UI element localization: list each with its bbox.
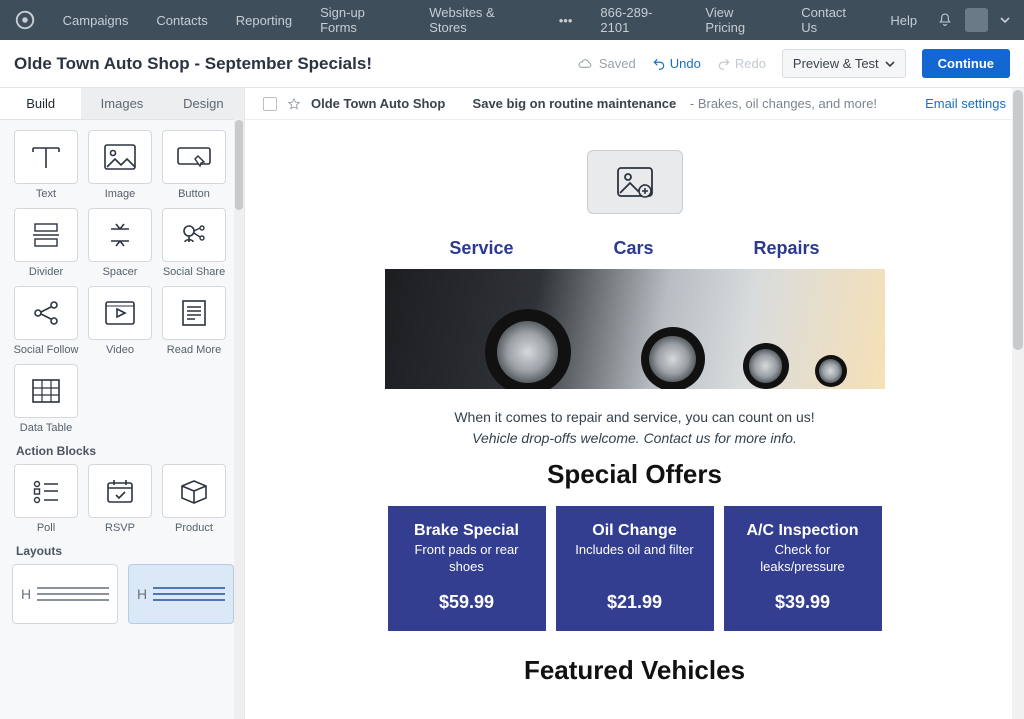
email-from: Olde Town Auto Shop xyxy=(311,96,445,111)
chevron-down-icon xyxy=(885,59,895,69)
nav-phone: 866-289-2101 xyxy=(586,0,691,40)
offer-card[interactable]: Oil Change Includes oil and filter $21.9… xyxy=(556,506,714,631)
brand-logo-icon[interactable] xyxy=(12,6,39,34)
redo-icon xyxy=(717,57,731,71)
nav-contacts[interactable]: Contacts xyxy=(142,0,221,40)
block-text[interactable]: Text xyxy=(12,130,80,200)
avatar[interactable] xyxy=(965,8,988,32)
undo-icon xyxy=(652,57,666,71)
nav-signup-forms[interactable]: Sign-up Forms xyxy=(306,0,415,40)
canvas-panel: Olde Town Auto Shop Save big on routine … xyxy=(245,88,1024,719)
offer-card[interactable]: Brake Special Front pads or rear shoes $… xyxy=(388,506,546,631)
email-preview-text: - Brakes, oil changes, and more! xyxy=(686,96,877,111)
tab-images[interactable]: Images xyxy=(81,88,162,119)
email-subject: Save big on routine maintenance xyxy=(473,96,677,111)
left-panel: Build Images Design Text Image Butto xyxy=(0,88,245,719)
redo-button: Redo xyxy=(717,56,766,71)
email-preview-row: Olde Town Auto Shop Save big on routine … xyxy=(245,88,1024,120)
nav-link-cars[interactable]: Cars xyxy=(613,238,653,259)
nav-link-service[interactable]: Service xyxy=(449,238,513,259)
saved-status: Saved xyxy=(577,56,636,72)
continue-button[interactable]: Continue xyxy=(922,49,1010,78)
tab-build[interactable]: Build xyxy=(0,88,81,119)
block-image[interactable]: Image xyxy=(86,130,154,200)
offers-row: Brake Special Front pads or rear shoes $… xyxy=(245,506,1024,631)
block-read-more[interactable]: Read More xyxy=(160,286,228,356)
read-more-icon xyxy=(179,298,209,328)
main: Build Images Design Text Image Butto xyxy=(0,88,1024,719)
block-product[interactable]: Product xyxy=(160,464,228,534)
left-scrollbar-thumb[interactable] xyxy=(235,120,243,210)
block-poll[interactable]: Poll xyxy=(12,464,80,534)
social-follow-icon xyxy=(30,298,62,328)
star-icon[interactable] xyxy=(287,97,301,111)
nav-more-icon[interactable]: ••• xyxy=(545,0,587,40)
nav-reporting[interactable]: Reporting xyxy=(222,0,306,40)
canvas-scrollbar-thumb[interactable] xyxy=(1013,90,1023,350)
nav-websites-stores[interactable]: Websites & Stores xyxy=(415,0,545,40)
email-nav-links: Service Cars Repairs xyxy=(245,238,1024,259)
spacer-icon xyxy=(105,220,135,250)
block-spacer[interactable]: Spacer xyxy=(86,208,154,278)
preview-test-button[interactable]: Preview & Test xyxy=(782,49,906,78)
offer-card[interactable]: A/C Inspection Check for leaks/pressure … xyxy=(724,506,882,631)
layout-option-1[interactable]: H xyxy=(12,564,118,624)
calendar-icon xyxy=(104,477,136,505)
hero-image[interactable] xyxy=(385,269,885,389)
intro-text[interactable]: When it comes to repair and service, you… xyxy=(245,407,1024,449)
notifications-icon[interactable] xyxy=(937,12,953,28)
block-divider[interactable]: Divider xyxy=(12,208,80,278)
button-icon xyxy=(176,144,212,170)
video-icon xyxy=(103,299,137,327)
block-video[interactable]: Video xyxy=(86,286,154,356)
table-icon xyxy=(30,377,62,405)
account-menu-caret-icon[interactable] xyxy=(1000,15,1010,25)
nav-link-repairs[interactable]: Repairs xyxy=(754,238,820,259)
select-checkbox[interactable] xyxy=(263,97,277,111)
image-add-icon xyxy=(615,165,655,199)
block-data-table[interactable]: Data Table xyxy=(12,364,80,434)
left-tabs: Build Images Design xyxy=(0,88,244,120)
block-button[interactable]: Button xyxy=(160,130,228,200)
top-nav: Campaigns Contacts Reporting Sign-up For… xyxy=(0,0,1024,40)
block-social-share[interactable]: Social Share xyxy=(160,208,228,278)
featured-vehicles-heading[interactable]: Featured Vehicles xyxy=(245,655,1024,686)
poll-icon xyxy=(30,477,62,505)
image-placeholder[interactable] xyxy=(587,150,683,214)
divider-icon xyxy=(29,221,63,249)
subheader: Olde Town Auto Shop - September Specials… xyxy=(0,40,1024,88)
layout-option-2[interactable]: H xyxy=(128,564,234,624)
email-canvas[interactable]: Service Cars Repairs When it comes to re… xyxy=(245,120,1024,686)
page-title: Olde Town Auto Shop - September Specials… xyxy=(14,54,372,74)
email-settings-link[interactable]: Email settings xyxy=(925,96,1006,111)
nav-campaigns[interactable]: Campaigns xyxy=(49,0,143,40)
cloud-icon xyxy=(577,56,593,72)
nav-pricing[interactable]: View Pricing xyxy=(691,0,787,40)
section-action-blocks: Action Blocks xyxy=(12,434,234,464)
block-social-follow[interactable]: Social Follow xyxy=(12,286,80,356)
block-rsvp[interactable]: RSVP xyxy=(86,464,154,534)
nav-help[interactable]: Help xyxy=(876,0,931,40)
social-share-icon xyxy=(178,220,210,250)
text-icon xyxy=(29,142,63,172)
package-icon xyxy=(178,477,210,505)
special-offers-heading[interactable]: Special Offers xyxy=(245,459,1024,490)
undo-button[interactable]: Undo xyxy=(652,56,701,71)
nav-contact[interactable]: Contact Us xyxy=(787,0,876,40)
image-icon xyxy=(103,143,137,171)
section-layouts: Layouts xyxy=(12,534,234,564)
tab-design[interactable]: Design xyxy=(163,88,244,119)
